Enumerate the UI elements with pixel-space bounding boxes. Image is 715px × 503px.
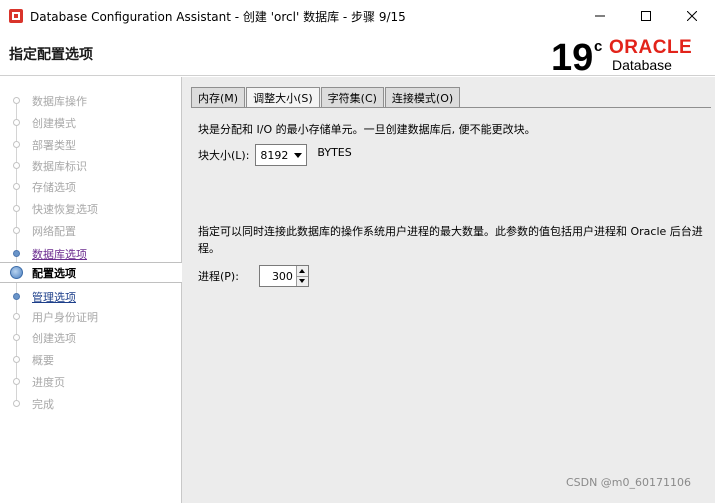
sidebar-step-label: 部署类型 — [32, 138, 76, 152]
window-title: Database Configuration Assistant - 创建 'o… — [30, 9, 406, 24]
sidebar-step-label: 数据库操作 — [32, 94, 87, 108]
maximize-button[interactable] — [623, 0, 669, 32]
process-row: 进程(P): 300 — [198, 265, 309, 287]
tab-connection-mode[interactable]: 连接模式(O) — [384, 87, 461, 107]
sidebar-step-label: 网络配置 — [32, 224, 76, 238]
sidebar-step-label: 管理选项 — [32, 290, 76, 304]
tab-bar: 内存(M) 调整大小(S) 字符集(C) 连接模式(O) — [191, 87, 461, 108]
window-titlebar: Database Configuration Assistant - 创建 'o… — [0, 0, 715, 32]
block-size-unit: BYTES — [317, 145, 352, 159]
sidebar-step: 部署类型 — [0, 134, 182, 155]
step-indicator-icon — [13, 400, 20, 407]
sidebar-step: 概要 — [0, 349, 182, 370]
step-indicator-icon — [13, 334, 20, 341]
sidebar-step: 快速恢复选项 — [0, 198, 182, 219]
sidebar-step-label: 存储选项 — [32, 180, 76, 194]
block-size-value: 8192 — [260, 148, 289, 162]
step-indicator-icon — [13, 227, 20, 234]
sidebar-step: 用户身份证明 — [0, 306, 182, 327]
sidebar-step-label: 进度页 — [32, 375, 65, 389]
spinner-up-button[interactable] — [296, 266, 308, 276]
sidebar-step: 存储选项 — [0, 176, 182, 197]
app-icon — [9, 9, 23, 23]
oracle-19c-logo: 19 c ORACLE Database — [551, 37, 692, 74]
sidebar-step-label: 创建选项 — [32, 331, 76, 345]
block-size-row: 块大小(L): 8192 BYTES — [198, 144, 352, 166]
sidebar-step: 创建模式 — [0, 112, 182, 133]
sidebar-step-label: 数据库选项 — [32, 247, 87, 261]
step-indicator-icon — [13, 97, 20, 104]
process-label: 进程(P): — [198, 270, 239, 283]
step-indicator-icon — [13, 141, 20, 148]
sidebar-step[interactable]: 配置选项 — [0, 262, 182, 283]
block-size-label: 块大小(L): — [198, 149, 250, 162]
sidebar-step-label: 完成 — [32, 397, 54, 411]
sidebar-step: 数据库标识 — [0, 155, 182, 176]
sidebar-step-label: 配置选项 — [32, 266, 76, 280]
steps-sidebar: 数据库操作创建模式部署类型数据库标识存储选项快速恢复选项 网络配置数据库选项配置选… — [0, 77, 182, 503]
spinner-down-button[interactable] — [296, 275, 308, 286]
sidebar-step-label: 创建模式 — [32, 116, 76, 130]
sidebar-step: 创建选项 — [0, 327, 182, 348]
sidebar-step-label: 用户身份证明 — [32, 310, 98, 324]
block-size-description: 块是分配和 I/O 的最小存储单元。一旦创建数据库后, 便不能更改块。 — [198, 123, 536, 136]
chevron-down-icon — [294, 152, 303, 158]
page-header: 指定配置选项 19 c ORACLE Database — [0, 32, 715, 76]
sidebar-step-label: 概要 — [32, 353, 54, 367]
step-indicator-icon — [13, 205, 20, 212]
step-indicator-icon — [13, 250, 20, 257]
close-icon — [687, 11, 697, 21]
step-indicator-icon — [13, 183, 20, 190]
watermark-text: CSDN @m0_60171106 — [565, 476, 691, 489]
sidebar-step: 进度页 — [0, 371, 182, 392]
logo-superscript: c — [594, 38, 602, 55]
process-value[interactable]: 300 — [260, 270, 296, 283]
process-description: 指定可以同时连接此数据库的操作系统用户进程的最大数量。此参数的值包括用户进程和 … — [198, 225, 703, 255]
main-panel: 内存(M) 调整大小(S) 字符集(C) 连接模式(O) 块是分配和 I/O 的… — [182, 77, 715, 503]
step-indicator-icon — [13, 378, 20, 385]
block-size-select[interactable]: 8192 — [255, 144, 308, 166]
close-button[interactable] — [669, 0, 715, 32]
logo-product: Database — [612, 57, 672, 73]
step-indicator-icon — [13, 119, 20, 126]
step-indicator-icon — [10, 266, 23, 279]
logo-version: 19 — [551, 37, 593, 74]
step-indicator-icon — [13, 293, 20, 300]
sidebar-step: 网络配置 — [0, 220, 182, 241]
process-spinner[interactable]: 300 — [258, 265, 309, 287]
tab-memory[interactable]: 内存(M) — [191, 87, 246, 107]
arrow-down-icon — [299, 279, 306, 284]
maximize-icon — [641, 11, 651, 21]
step-indicator-icon — [13, 313, 20, 320]
arrow-up-icon — [299, 268, 306, 273]
page-title: 指定配置选项 — [9, 47, 93, 63]
step-indicator-icon — [13, 162, 20, 169]
logo-brand: ORACLE — [609, 37, 692, 58]
step-indicator-icon — [13, 356, 20, 363]
sidebar-step-label: 数据库标识 — [32, 159, 87, 173]
tab-sizing[interactable]: 调整大小(S) — [246, 87, 320, 108]
sidebar-step-label: 快速恢复选项 — [32, 202, 98, 216]
sidebar-step: 完成 — [0, 393, 182, 414]
sidebar-step[interactable]: 数据库选项 — [0, 243, 182, 264]
sizing-tab-panel: 块是分配和 I/O 的最小存储单元。一旦创建数据库后, 便不能更改块。 块大小(… — [191, 107, 711, 503]
sidebar-step: 数据库操作 — [0, 90, 182, 111]
minimize-icon — [595, 15, 605, 17]
minimize-button[interactable] — [577, 0, 623, 32]
sidebar-step[interactable]: 管理选项 — [0, 286, 182, 307]
tab-charset[interactable]: 字符集(C) — [320, 87, 384, 107]
